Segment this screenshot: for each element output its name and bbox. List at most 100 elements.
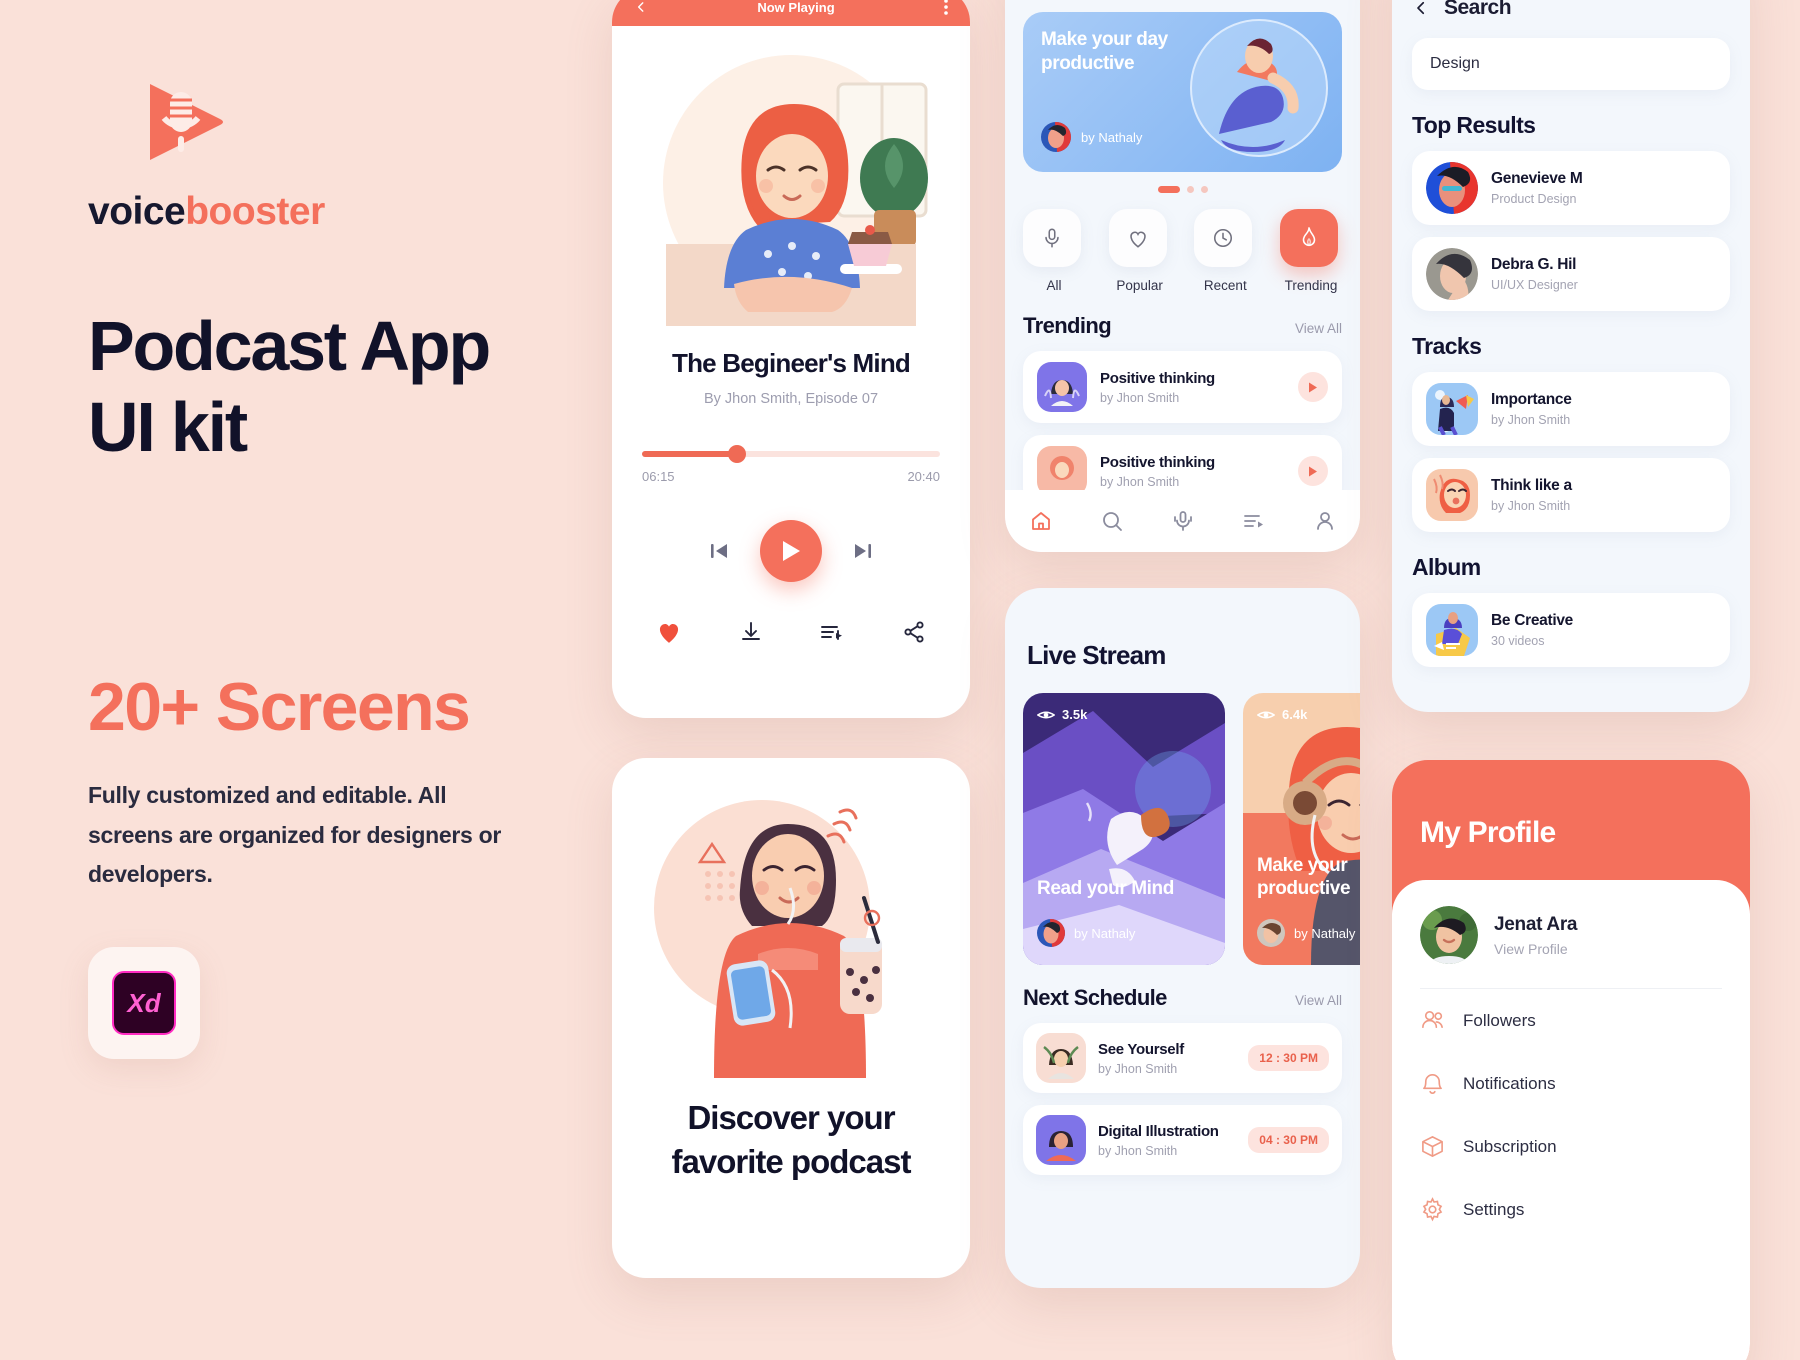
box-icon <box>1420 1134 1445 1159</box>
chip-label: All <box>1046 278 1062 293</box>
more-vertical-icon[interactable] <box>944 0 948 15</box>
table-row[interactable]: See Yourself by Jhon Smith 12 : 30 PM <box>1023 1023 1342 1093</box>
carousel-dot[interactable] <box>1157 186 1180 193</box>
view-profile-link[interactable]: View Profile <box>1494 941 1577 957</box>
track-author: by Jhon Smith <box>1491 499 1571 513</box>
headline-line-1: Podcast App <box>88 307 491 385</box>
skip-previous-icon[interactable] <box>706 538 732 564</box>
table-row[interactable]: Digital Illustration by Jhon Smith 04 : … <box>1023 1105 1342 1175</box>
list-item[interactable]: Think like a by Jhon Smith <box>1412 458 1730 532</box>
tab-search[interactable] <box>1100 509 1124 533</box>
chip-all[interactable]: All <box>1023 209 1085 293</box>
table-row[interactable]: Positive thinking by Jhon Smith <box>1023 351 1342 423</box>
seek-bar[interactable] <box>642 445 940 463</box>
view-all-link[interactable]: View All <box>1295 993 1342 1008</box>
result-role: Product Design <box>1491 192 1577 206</box>
track-meta: Positive thinking by Jhon Smith <box>1100 454 1285 489</box>
menu-item-notifications[interactable]: Notifications <box>1420 1052 1722 1115</box>
next-schedule-header: Next Schedule View All <box>1023 985 1342 1011</box>
list-item[interactable]: Importance by Jhon Smith <box>1412 372 1730 446</box>
track-thumbnail <box>1426 469 1478 521</box>
back-icon[interactable] <box>1412 0 1430 17</box>
home-screen: Make your day productive by Nathaly All … <box>1005 0 1360 552</box>
track-name: Think like a <box>1491 477 1572 494</box>
track-title: The Begineer's Mind <box>671 348 911 378</box>
view-all-link[interactable]: View All <box>1295 321 1342 336</box>
episode-artwork <box>642 48 940 326</box>
eye-icon <box>1257 710 1275 719</box>
search-input[interactable]: Design <box>1412 38 1730 90</box>
menu-item-subscription[interactable]: Subscription <box>1420 1115 1722 1178</box>
live-tile[interactable]: 3.5k Read your Mind by Nathaly <box>1023 693 1225 965</box>
profile-user[interactable]: Jenat Ara View Profile <box>1420 906 1722 989</box>
page-title: Podcast App UI kit <box>88 306 588 468</box>
result-name: Genevieve M <box>1491 170 1583 187</box>
live-tile-author: by Nathaly <box>1037 919 1135 947</box>
album-name: Be Creative <box>1491 612 1573 629</box>
menu-item-label: Notifications <box>1463 1073 1556 1093</box>
share-icon[interactable] <box>902 620 926 644</box>
track-name: Positive thinking <box>1100 369 1215 387</box>
status-badge: 04 : 30 PM <box>1248 1127 1329 1153</box>
track-author: by Jhon Smith <box>1491 413 1571 427</box>
tracks-title: Tracks <box>1412 333 1482 359</box>
page-title: Search <box>1444 0 1512 19</box>
carousel-dot[interactable] <box>1200 186 1208 193</box>
profile-sheet: Jenat Ara View Profile Followers Notific… <box>1392 880 1750 1360</box>
schedule-name: See Yourself <box>1098 1040 1184 1058</box>
track-thumbnail <box>1037 362 1087 412</box>
tab-record[interactable] <box>1171 509 1195 533</box>
track-meta: Think like a by Jhon Smith <box>1491 477 1572 513</box>
schedule-author: by Jhon Smith <box>1098 1143 1178 1158</box>
section-title: Next Schedule <box>1023 985 1167 1010</box>
schedule-name: Digital Illustration <box>1098 1122 1219 1140</box>
hero-author: by Nathaly <box>1041 122 1142 152</box>
hero-banner[interactable]: Make your day productive by Nathaly <box>1023 12 1342 172</box>
menu-item-followers[interactable]: Followers <box>1420 989 1722 1052</box>
list-item[interactable]: Be Creative 30 videos <box>1412 593 1730 667</box>
heart-filled-icon[interactable] <box>656 620 682 644</box>
brand-word-voice: voice <box>88 190 186 233</box>
clock-icon <box>1194 209 1253 267</box>
bottom-tab-bar <box>1005 490 1360 552</box>
profile-user-name: Jenat Ara <box>1494 913 1578 935</box>
schedule-meta: Digital Illustration by Jhon Smith <box>1098 1123 1236 1158</box>
section-title: Trending <box>1023 313 1112 338</box>
tab-playlist[interactable] <box>1242 509 1266 533</box>
xd-icon: Xd <box>112 971 176 1036</box>
view-count: 3.5k <box>1037 707 1087 722</box>
chip-trending[interactable]: Trending <box>1279 209 1342 293</box>
download-icon[interactable] <box>739 620 763 644</box>
now-playing-screen: Now Playing The Begineer's Mind By Jhon … <box>612 0 970 718</box>
chip-label: Recent <box>1203 278 1247 293</box>
list-item[interactable]: Genevieve M Product Design <box>1412 151 1730 225</box>
result-name: Debra G. Hil <box>1491 256 1577 273</box>
player-statusbar: Now Playing <box>612 0 970 26</box>
live-tiles: 3.5k Read your Mind by Nathaly 6.4k Make… <box>1023 693 1360 965</box>
live-tile-title: Make your productive <box>1257 854 1351 900</box>
tab-profile[interactable] <box>1313 509 1337 533</box>
album-thumbnail <box>1426 604 1478 656</box>
play-button[interactable] <box>760 520 822 582</box>
live-tile[interactable]: 6.4k Make your productive by Nathaly <box>1243 693 1360 965</box>
list-item[interactable]: Debra G. Hil UI/UX Designer <box>1412 237 1730 311</box>
chip-recent[interactable]: Recent <box>1194 209 1256 293</box>
tab-home[interactable] <box>1029 509 1053 533</box>
carousel-dots <box>1005 186 1360 193</box>
seek-handle[interactable] <box>728 445 747 463</box>
live-tile-author: by Nathaly <box>1257 919 1355 947</box>
menu-item-settings[interactable]: Settings <box>1420 1178 1722 1241</box>
skip-next-icon[interactable] <box>850 538 876 564</box>
trending-section-header: Trending View All <box>1023 313 1342 339</box>
chip-popular[interactable]: Popular <box>1108 209 1171 293</box>
carousel-dot[interactable] <box>1186 186 1194 193</box>
schedule-thumbnail <box>1036 1033 1086 1083</box>
album-count: 30 videos <box>1491 634 1545 648</box>
avatar <box>1426 248 1478 300</box>
play-mic-logo-icon <box>146 78 228 166</box>
back-icon[interactable] <box>634 0 648 14</box>
chip-label: Trending <box>1284 278 1338 293</box>
play-small-icon[interactable] <box>1298 456 1328 486</box>
play-small-icon[interactable] <box>1298 372 1328 402</box>
add-to-playlist-icon[interactable] <box>819 620 845 644</box>
